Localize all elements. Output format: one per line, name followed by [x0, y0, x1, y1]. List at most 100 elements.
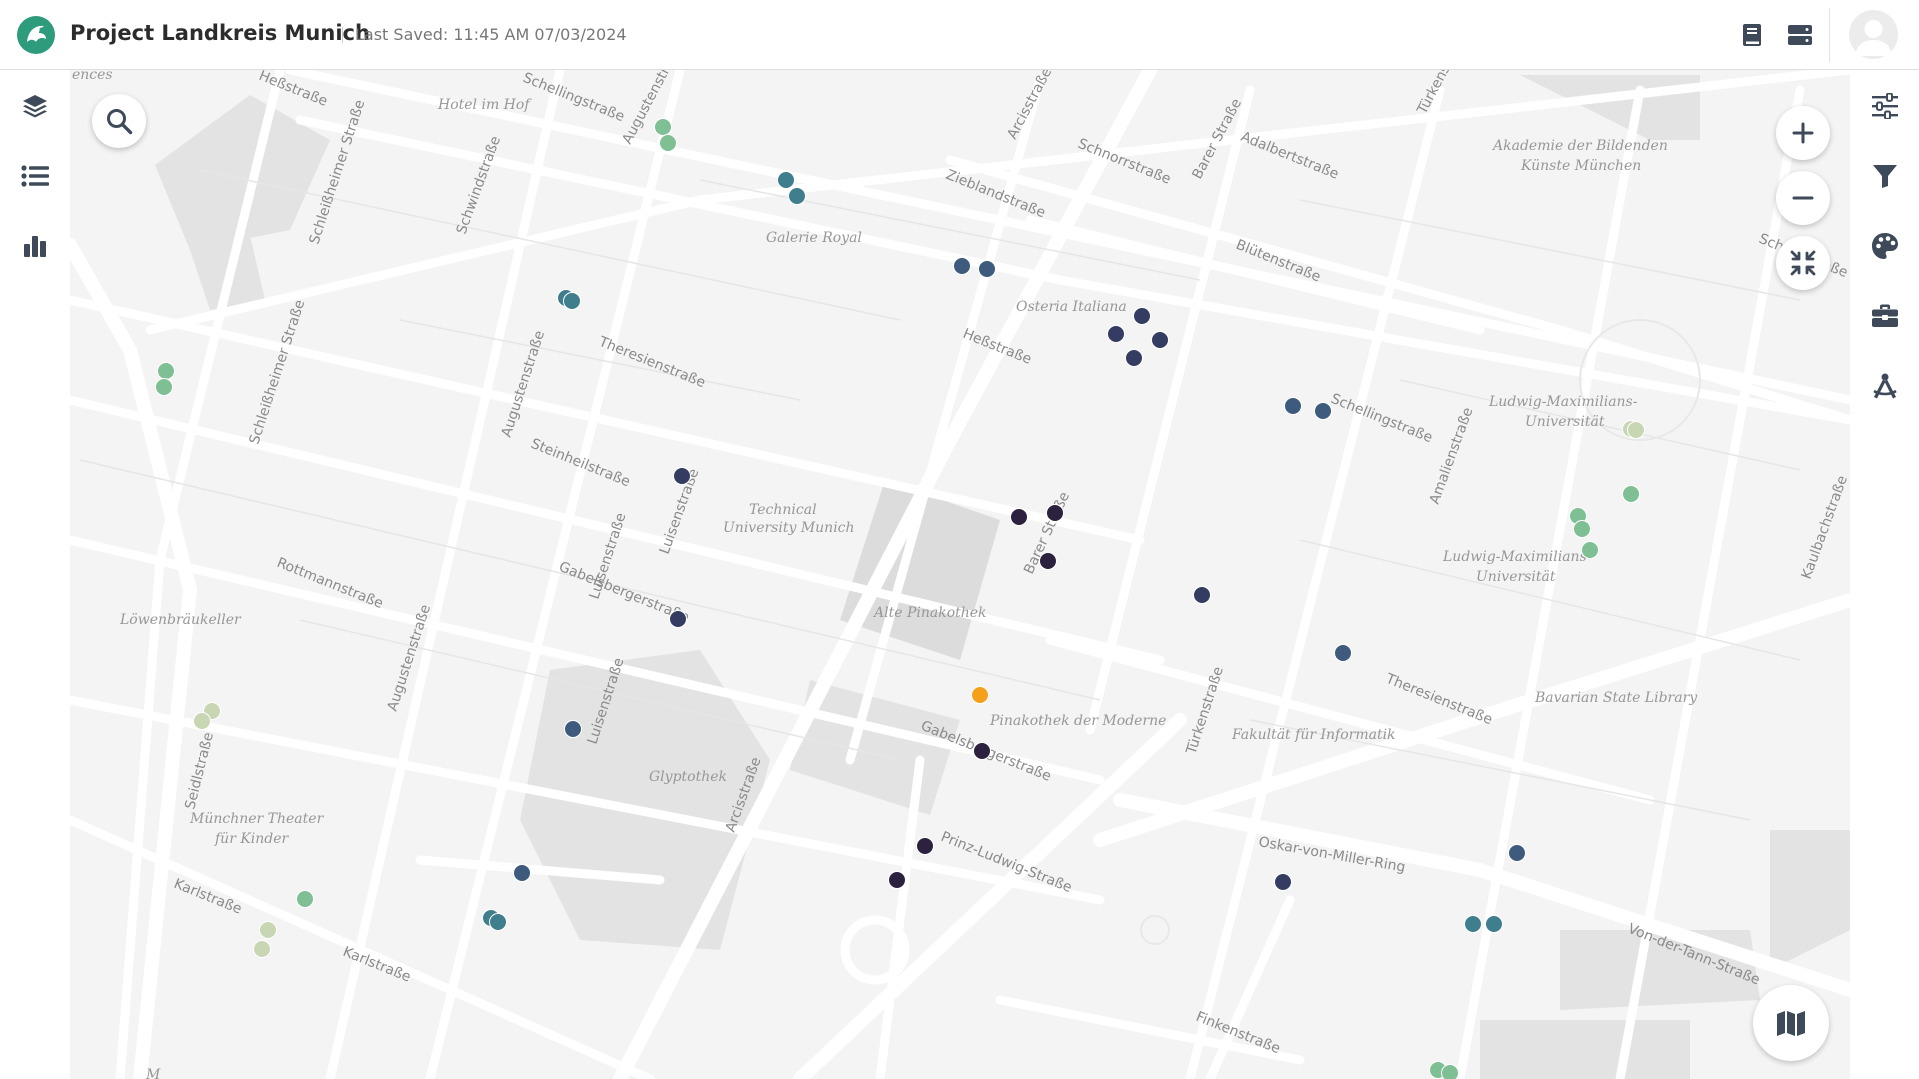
map-marker[interactable]: [971, 686, 989, 704]
settings-sliders-button[interactable]: [1865, 86, 1905, 126]
zoom-out-button[interactable]: [1776, 171, 1830, 225]
map-marker[interactable]: [1046, 504, 1064, 522]
last-saved-status: Last Saved: 11:45 AM 07/03/2024: [355, 25, 627, 44]
poi-label: Münchner Theater: [189, 811, 325, 827]
basemap[interactable]: Heßstraße SchellingstraßeAugustenstraße Ar…: [70, 70, 1850, 1079]
map-marker[interactable]: [1508, 844, 1526, 862]
map-marker[interactable]: [1193, 586, 1211, 604]
map-marker[interactable]: [155, 378, 173, 396]
map-icon: [1777, 1011, 1805, 1036]
map-marker[interactable]: [1274, 873, 1292, 891]
map-marker[interactable]: [1284, 397, 1302, 415]
layers-icon: [23, 95, 47, 118]
measure-tool-button[interactable]: [1865, 366, 1905, 406]
map-marker[interactable]: [788, 187, 806, 205]
style-button[interactable]: [1865, 226, 1905, 266]
poi-label: Pinakothek der Moderne: [989, 713, 1166, 729]
map-marker[interactable]: [659, 134, 677, 152]
fit-bounds-button[interactable]: [1776, 236, 1830, 290]
book-icon: [1743, 24, 1761, 46]
map-marker[interactable]: [973, 742, 991, 760]
server-button[interactable]: [1785, 20, 1815, 50]
map-marker[interactable]: [1622, 485, 1640, 503]
poi-label: Bavarian State Library: [1534, 690, 1698, 706]
filter-button[interactable]: [1865, 156, 1905, 196]
map-marker[interactable]: [253, 940, 271, 958]
map-marker[interactable]: [1107, 325, 1125, 343]
map-marker[interactable]: [1010, 508, 1028, 526]
map-marker[interactable]: [259, 921, 277, 939]
left-toolbar: [0, 70, 70, 1079]
toolbox-icon: [1872, 304, 1898, 327]
sliders-icon: [1872, 93, 1898, 119]
poi-label: Galerie Royal: [766, 230, 862, 246]
map-marker[interactable]: [1581, 541, 1599, 559]
map-marker[interactable]: [777, 171, 795, 189]
server-icon: [1788, 25, 1812, 45]
avatar[interactable]: [1849, 10, 1898, 59]
poi-label: für Kinder: [214, 831, 290, 847]
palette-icon: [1872, 233, 1898, 259]
map-marker[interactable]: [193, 712, 211, 730]
header-divider: [342, 27, 343, 43]
list-button[interactable]: [15, 156, 55, 196]
map-marker[interactable]: [669, 610, 687, 628]
map-marker[interactable]: [1464, 915, 1482, 933]
map-search-button[interactable]: [92, 94, 146, 148]
map-canvas[interactable]: Heßstraße Schellingstraße Augustenstraße Ar…: [70, 70, 1850, 1079]
map-marker[interactable]: [1133, 307, 1151, 325]
app-logo[interactable]: [16, 15, 56, 55]
zoom-in-button[interactable]: [1776, 106, 1830, 160]
toolbox-button[interactable]: [1865, 296, 1905, 336]
poi-label: Hotel im Hof: [437, 97, 532, 113]
poi-label: Löwenbräukeller: [119, 612, 242, 628]
poi-label: University Munich: [723, 520, 855, 536]
map-marker[interactable]: [563, 292, 581, 310]
map-marker[interactable]: [564, 720, 582, 738]
map-marker[interactable]: [296, 890, 314, 908]
poi-label: Technical: [749, 502, 817, 518]
map-marker[interactable]: [953, 257, 971, 275]
poi-label: M: [145, 1067, 161, 1079]
poi-label: Alte Pinakothek: [872, 605, 987, 621]
filter-icon: [1873, 165, 1897, 188]
chart-button[interactable]: [15, 226, 55, 266]
map-marker[interactable]: [916, 837, 934, 855]
poi-label: Ludwig-Maximilians-: [1488, 394, 1638, 410]
notebook-button[interactable]: [1737, 20, 1767, 50]
search-icon: [107, 109, 133, 135]
header-divider-right: [1829, 8, 1830, 62]
map-marker[interactable]: [888, 871, 906, 889]
map-marker[interactable]: [1151, 331, 1169, 349]
poi-label: Ludwig-Maximilians-: [1442, 549, 1592, 565]
bar-chart-icon: [24, 236, 46, 257]
poi-label: Osteria Italiana: [1016, 299, 1127, 315]
app-header: Project Landkreis Munich Last Saved: 11:…: [0, 0, 1919, 70]
plus-icon: [1792, 122, 1814, 144]
poi-label: Fakultät für Informatik: [1231, 727, 1396, 743]
compress-icon: [1790, 250, 1816, 276]
map-marker[interactable]: [1441, 1064, 1459, 1079]
map-marker[interactable]: [1573, 520, 1591, 538]
drafting-compass-icon: [1873, 373, 1897, 399]
map-marker[interactable]: [1314, 402, 1332, 420]
minus-icon: [1792, 196, 1814, 200]
user-icon: [1855, 20, 1892, 56]
poi-label: Universität: [1476, 569, 1556, 585]
layers-button[interactable]: [15, 86, 55, 126]
map-marker[interactable]: [673, 467, 691, 485]
basemap-switch-button[interactable]: [1753, 985, 1829, 1061]
map-marker[interactable]: [1485, 915, 1503, 933]
list-icon: [21, 165, 49, 187]
map-marker[interactable]: [978, 260, 996, 278]
map-marker[interactable]: [157, 362, 175, 380]
map-marker[interactable]: [654, 118, 672, 136]
map-marker[interactable]: [1125, 349, 1143, 367]
map-marker[interactable]: [513, 864, 531, 882]
poi-label: Akademie der Bildenden: [1491, 138, 1668, 154]
map-marker[interactable]: [1039, 552, 1057, 570]
poi-label: Glyptothek: [649, 769, 727, 785]
map-marker[interactable]: [1627, 421, 1645, 439]
map-marker[interactable]: [489, 913, 507, 931]
map-marker[interactable]: [1334, 644, 1352, 662]
